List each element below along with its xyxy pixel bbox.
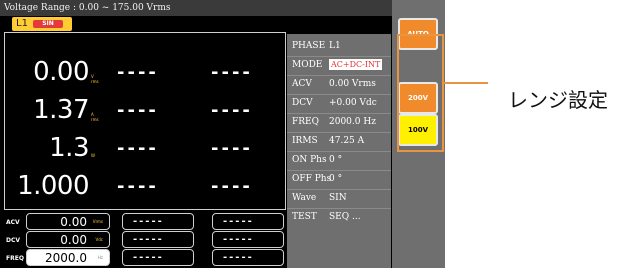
param-value-highlighted: AC+DC-INT xyxy=(329,59,383,70)
setting-dashes: ----- xyxy=(223,252,254,263)
param-value: 2000.0 Hz xyxy=(329,117,376,127)
parameter-panel: PHASE L1 MODE AC+DC-INT ACV 0.00 Vrms DC… xyxy=(287,34,391,268)
param-key: DCV xyxy=(292,98,313,108)
setting-field-empty[interactable]: ----- xyxy=(212,231,284,248)
measurement-value: 0.00 xyxy=(33,57,89,87)
measurement-dashes: ---- xyxy=(211,176,253,197)
param-value: 0 ° xyxy=(329,155,343,165)
setting-unit: Vdc xyxy=(95,237,103,242)
param-key: MODE xyxy=(292,60,323,70)
measurement-unit: W xyxy=(91,153,95,158)
measurement-power: 1.3 W xyxy=(35,133,95,163)
channel-mode-badge: SIN xyxy=(33,20,63,28)
setting-dashes: ----- xyxy=(133,216,164,227)
measurement-value: 1.37 xyxy=(33,95,89,125)
measurement-current: 1.37 A rms xyxy=(33,95,98,125)
measurement-dashes: ---- xyxy=(211,100,253,121)
setting-value: 2000.0 xyxy=(45,251,87,265)
voltage-range-title: Voltage Range : 0.00 ~ 175.00 Vrms xyxy=(0,0,392,16)
param-row-off-phase[interactable]: OFF Phs 0 ° xyxy=(287,171,391,190)
param-value: SIN xyxy=(329,193,347,203)
measurement-voltage: 0.00 V rms xyxy=(33,57,98,87)
setting-field-empty[interactable]: ----- xyxy=(212,249,284,266)
setting-value: 0.00 xyxy=(60,233,87,247)
param-key: TEST xyxy=(292,212,317,222)
settings-area: ACV 0.00 Vrms ----- ----- DCV 0.00 Vdc -… xyxy=(4,212,286,266)
measurement-area: 0.00 V rms 1.37 A rms 1.3 W 1.000 ---- -… xyxy=(4,32,286,210)
param-row-test[interactable]: TEST SEQ ... xyxy=(287,209,391,228)
setting-label-acv: ACV xyxy=(6,219,20,226)
measurement-dashes: ---- xyxy=(117,138,159,159)
setting-dashes: ----- xyxy=(133,234,164,245)
setting-value: 0.00 xyxy=(60,215,87,229)
param-value: SEQ ... xyxy=(329,212,361,222)
param-row-dcv[interactable]: DCV +0.00 Vdc xyxy=(287,95,391,114)
param-value: 0.00 Vrms xyxy=(329,79,376,89)
param-value: L1 xyxy=(329,41,341,51)
setting-field-empty[interactable]: ----- xyxy=(122,213,194,230)
setting-field-dcv[interactable]: 0.00 Vdc xyxy=(26,231,110,248)
param-key: OFF Phs xyxy=(292,174,332,184)
channel-label: L1 xyxy=(16,18,28,29)
param-value: 0 ° xyxy=(329,174,343,184)
param-row-mode[interactable]: MODE AC+DC-INT xyxy=(287,57,391,76)
measurement-dashes: ---- xyxy=(211,138,253,159)
param-key: Wave xyxy=(292,193,317,203)
param-row-acv[interactable]: ACV 0.00 Vrms xyxy=(287,76,391,95)
instrument-screen: Voltage Range : 0.00 ~ 175.00 Vrms L1 SI… xyxy=(0,0,392,268)
setting-field-empty[interactable]: ----- xyxy=(122,249,194,266)
param-key: IRMS xyxy=(292,136,318,146)
measurement-unit: A rms xyxy=(91,112,99,122)
setting-unit: Hz xyxy=(97,255,103,260)
setting-unit: Vrms xyxy=(92,219,103,224)
measurement-unit: V rms xyxy=(91,74,99,84)
setting-field-empty[interactable]: ----- xyxy=(122,231,194,248)
param-key: ON Phs xyxy=(292,155,327,165)
setting-dashes: ----- xyxy=(223,234,254,245)
param-value: 47.25 A xyxy=(329,136,365,146)
setting-field-freq[interactable]: 2000.0 Hz xyxy=(26,249,110,266)
measurement-dashes: ---- xyxy=(211,62,253,83)
measurement-value: 1.000 xyxy=(17,171,89,201)
param-row-freq[interactable]: FREQ 2000.0 Hz xyxy=(287,114,391,133)
channel-tab[interactable]: L1 SIN xyxy=(12,17,72,31)
measurement-dashes: ---- xyxy=(117,62,159,83)
setting-field-acv[interactable]: 0.00 Vrms xyxy=(26,213,110,230)
setting-field-empty[interactable]: ----- xyxy=(212,213,284,230)
measurement-dashes: ---- xyxy=(117,176,159,197)
setting-dashes: ----- xyxy=(223,216,254,227)
param-key: ACV xyxy=(292,79,312,89)
param-key: PHASE xyxy=(292,41,326,51)
measurement-power-factor: 1.000 xyxy=(5,171,95,201)
param-row-irms[interactable]: IRMS 47.25 A xyxy=(287,133,391,152)
measurement-value: 1.3 xyxy=(49,133,89,163)
setting-dashes: ----- xyxy=(133,252,164,263)
param-value: +0.00 Vdc xyxy=(329,98,377,108)
setting-label-dcv: DCV xyxy=(6,237,21,244)
param-row-phase[interactable]: PHASE L1 xyxy=(287,38,391,57)
callout-label: レンジ設定 xyxy=(508,88,608,112)
callout-highlight-box xyxy=(397,34,444,152)
param-row-wave[interactable]: Wave SIN xyxy=(287,190,391,209)
callout-leader-line xyxy=(444,82,488,84)
setting-label-freq: FREQ xyxy=(6,255,24,262)
param-key: FREQ xyxy=(292,117,319,127)
param-row-on-phase[interactable]: ON Phs 0 ° xyxy=(287,152,391,171)
measurement-dashes: ---- xyxy=(117,100,159,121)
